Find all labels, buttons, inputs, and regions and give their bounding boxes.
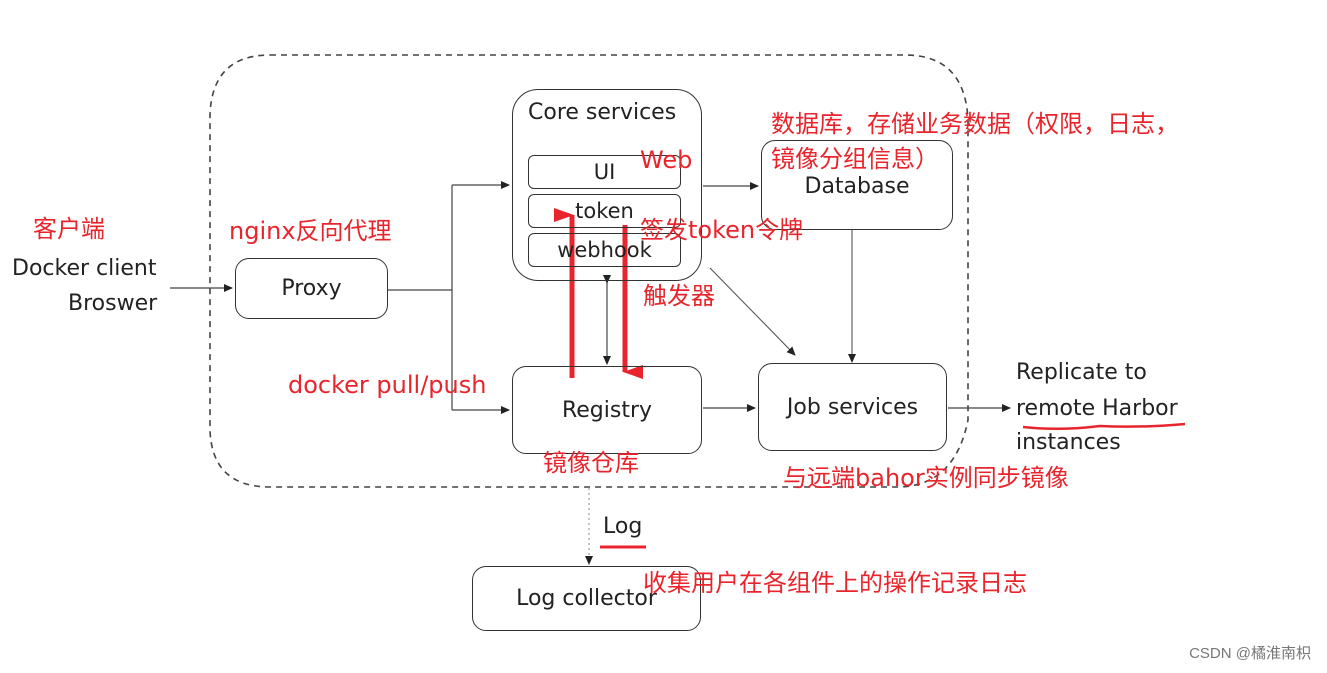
job-services-label: Job services	[786, 394, 919, 420]
annotation-proxy: nginx反向代理	[229, 217, 392, 245]
annotation-docker-pull-push: docker pull/push	[288, 371, 487, 399]
annotation-database-1: 数据库，存储业务数据（权限，日志，	[771, 110, 1179, 138]
token-label: token	[575, 199, 634, 223]
webhook-label: webhook	[557, 238, 652, 262]
replicate-line-2: remote Harbor	[1016, 396, 1178, 421]
annotation-token: 签发token令牌	[640, 216, 804, 244]
log-label: Log	[603, 514, 643, 539]
annotation-web: Web	[640, 146, 693, 174]
registry-box: Registry	[512, 366, 702, 454]
arrow-core-job	[709, 267, 796, 356]
replicate-line-3: instances	[1016, 430, 1121, 455]
database-label: Database	[804, 173, 910, 199]
annotation-webhook: 触发器	[643, 282, 715, 310]
annotation-log-collector: 收集用户在各组件上的操作记录日志	[643, 569, 1027, 597]
proxy-label: Proxy	[281, 276, 342, 301]
proxy-box: Proxy	[235, 258, 388, 319]
annotation-job-services: 与远端bahor实例同步镜像	[783, 464, 1069, 492]
log-collector-label: Log collector	[516, 586, 657, 611]
underline-remote-harbor	[1022, 422, 1186, 431]
core-services-label: Core services	[528, 100, 677, 125]
client-label-browser: Broswer	[68, 291, 158, 316]
annotation-database-2: 镜像分组信息）	[771, 145, 939, 173]
registry-label: Registry	[561, 397, 653, 423]
replicate-line-1: Replicate to	[1016, 360, 1147, 385]
ui-label: UI	[593, 160, 616, 184]
watermark: CSDN @橘淮南枳	[1189, 645, 1311, 662]
client-label-docker: Docker client	[12, 256, 157, 281]
annotation-client: 客户端	[33, 215, 105, 243]
job-services-box: Job services	[758, 363, 947, 451]
annotation-registry: 镜像仓库	[543, 449, 639, 477]
